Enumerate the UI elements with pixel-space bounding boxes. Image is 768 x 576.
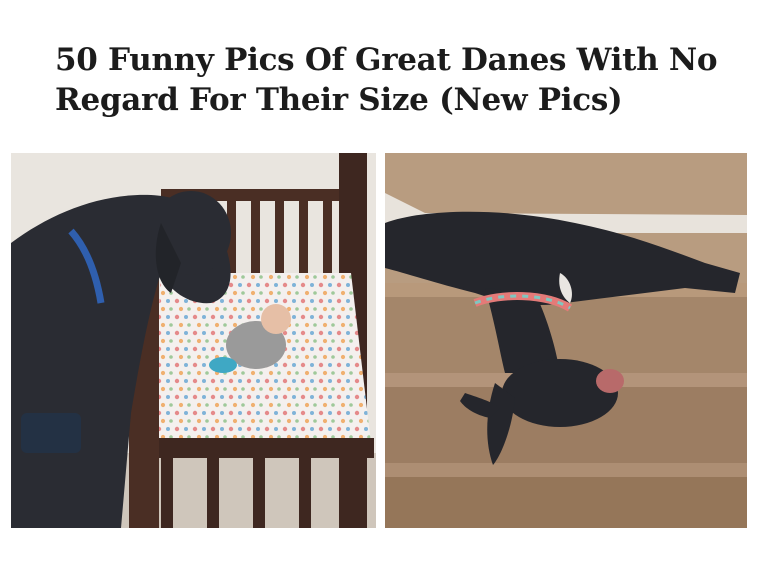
photo-dane-and-baby-image xyxy=(11,153,376,528)
photo-dane-and-baby xyxy=(11,153,376,528)
article-title-line-2: Regard For Their Size (New Pics) xyxy=(55,82,623,118)
photo-dane-on-stairs xyxy=(385,153,747,528)
photo-dane-on-stairs-image xyxy=(385,153,747,528)
article-title-line-1: 50 Funny Pics Of Great Danes With No xyxy=(55,42,718,78)
article-title: 50 Funny Pics Of Great Danes With No Reg… xyxy=(55,40,735,120)
